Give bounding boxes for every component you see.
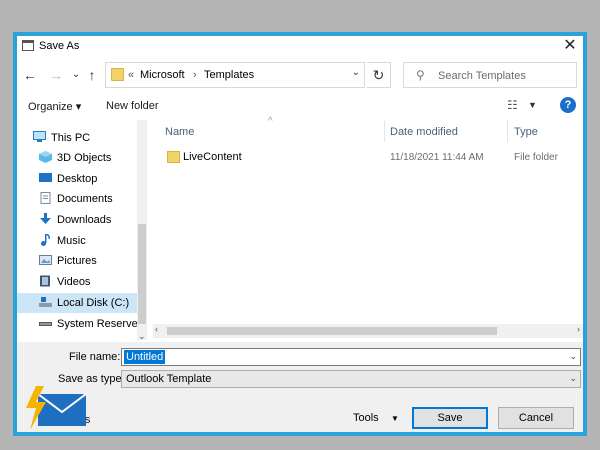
address-bar[interactable]: « Microsoft › Templates ⌄ — [105, 62, 365, 88]
sidebar-item-label: Local Disk (C:) — [57, 297, 130, 309]
filename-label: File name: — [69, 351, 121, 363]
pictures-icon — [39, 255, 52, 265]
breadcrumb-microsoft[interactable]: Microsoft — [140, 69, 185, 81]
desktop-icon — [39, 173, 52, 182]
breadcrumb-templates[interactable]: Templates — [204, 69, 254, 81]
chevron-down-icon[interactable]: ⌄ — [352, 67, 360, 78]
drive-icon — [39, 322, 52, 326]
sidebar-item-this-pc[interactable]: This PC — [17, 128, 137, 148]
search-icon: ⚲ — [416, 68, 425, 82]
sidebar-item-label: This PC — [51, 132, 91, 144]
title-bar: Save As ✕ — [17, 36, 583, 58]
new-folder-button[interactable]: New folder — [106, 100, 159, 112]
folder-icon — [167, 151, 180, 163]
forward-arrow-icon[interactable]: → — [47, 66, 65, 84]
filename-value[interactable]: Untitled — [124, 350, 166, 364]
sidebar-item-videos[interactable]: Videos — [17, 272, 137, 292]
sidebar-item-local-disk[interactable]: Local Disk (C:) — [17, 293, 137, 313]
breadcrumb-overflow[interactable]: « — [128, 69, 134, 81]
search-box[interactable]: ⚲ Search Templates — [403, 62, 577, 88]
tools-dropdown-icon[interactable]: ▼ — [391, 414, 399, 423]
sidebar-item-label: Videos — [57, 276, 91, 288]
chevron-down-icon[interactable]: ⌄ — [569, 351, 577, 362]
save-as-dialog: Save As ✕ ← → ⌄ ↑ « Microsoft › Template… — [17, 36, 583, 432]
file-name: LiveContent — [183, 151, 242, 163]
scrollbar-thumb[interactable] — [138, 224, 146, 324]
savetype-select[interactable]: Outlook Template ⌄ — [121, 370, 581, 388]
sidebar-item-label: 3D Objects — [57, 152, 112, 164]
cube-icon — [39, 151, 52, 163]
cancel-button[interactable]: Cancel — [498, 407, 574, 429]
up-arrow-icon[interactable]: ↑ — [83, 66, 101, 84]
sidebar-item-documents[interactable]: Documents — [17, 189, 137, 209]
refresh-icon[interactable]: ↻ — [367, 62, 391, 88]
sidebar-item-pictures[interactable]: Pictures — [17, 251, 137, 271]
chevron-right-icon: › — [193, 69, 197, 81]
sidebar-scrollbar[interactable]: ⌄ — [137, 120, 147, 342]
window-icon — [22, 40, 34, 51]
pc-icon — [33, 131, 46, 142]
sidebar-item-downloads[interactable]: Downloads — [17, 210, 137, 230]
column-header-type[interactable]: Type — [514, 126, 538, 138]
sidebar-item-system-reserved[interactable]: System Reserved — [17, 314, 144, 334]
disk-icon — [39, 297, 52, 307]
column-header-date[interactable]: Date modified — [390, 126, 458, 138]
scroll-left-icon[interactable]: ‹ — [155, 324, 158, 334]
music-icon — [41, 234, 50, 246]
sidebar-item-label: Documents — [57, 193, 113, 205]
savetype-label: Save as type: — [58, 373, 125, 385]
sidebar-item-label: Desktop — [57, 173, 98, 185]
save-button[interactable]: Save — [412, 407, 488, 429]
videos-icon — [40, 275, 50, 287]
column-divider[interactable] — [384, 120, 385, 142]
help-icon[interactable]: ? — [560, 97, 576, 113]
file-date: 11/18/2021 11:44 AM — [390, 152, 484, 163]
scroll-right-icon[interactable]: › — [577, 324, 580, 334]
back-arrow-icon[interactable]: ← — [21, 66, 39, 84]
sidebar-item-label: Music — [57, 235, 86, 247]
chevron-down-icon[interactable]: ⌄ — [569, 373, 577, 384]
sidebar-item-label: System Reserved — [57, 318, 144, 330]
close-icon[interactable]: ✕ — [560, 36, 580, 56]
savetype-value: Outlook Template — [126, 373, 212, 385]
sort-up-icon: ^ — [268, 116, 273, 127]
navigation-pane: This PC 3D Objects Desktop Documents Dow… — [17, 120, 147, 340]
filename-field[interactable]: Untitled ⌄ — [121, 348, 581, 366]
view-options-icon[interactable]: ☷ — [507, 98, 518, 112]
sidebar-item-music[interactable]: Music — [17, 231, 137, 251]
file-list-scrollbar[interactable]: ‹ › — [153, 324, 583, 338]
organize-button[interactable]: Organize ▾ — [28, 100, 81, 113]
column-header-name[interactable]: Name — [165, 126, 194, 138]
mail-lightning-logo-icon — [26, 386, 87, 430]
search-placeholder: Search Templates — [438, 70, 526, 82]
documents-icon — [40, 192, 51, 204]
window-title: Save As — [39, 40, 80, 52]
tools-button[interactable]: Tools — [353, 412, 379, 424]
folder-icon — [111, 68, 124, 81]
file-row[interactable]: LiveContent 11/18/2021 11:44 AM File fol… — [157, 148, 577, 168]
sidebar-item-desktop[interactable]: Desktop — [17, 169, 137, 189]
download-icon — [40, 213, 51, 224]
sidebar-item-3d-objects[interactable]: 3D Objects — [17, 148, 137, 168]
sidebar-item-label: Downloads — [57, 214, 112, 226]
scrollbar-thumb[interactable] — [167, 327, 497, 335]
view-dropdown-icon[interactable]: ▼ — [528, 100, 537, 110]
scroll-down-icon[interactable]: ⌄ — [138, 331, 146, 342]
file-type: File folder — [514, 152, 558, 163]
column-divider[interactable] — [507, 120, 508, 142]
sidebar-item-label: Pictures — [57, 255, 97, 267]
